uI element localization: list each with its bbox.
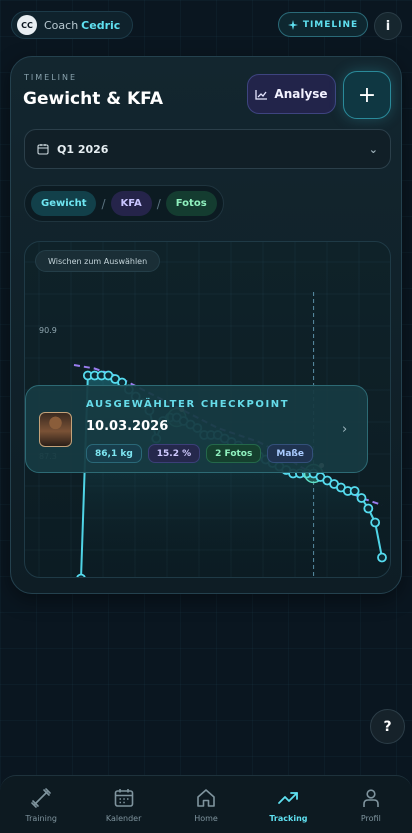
nav-item-training[interactable]: Training: [0, 776, 82, 833]
bodyfat-tag: 15.2 %: [147, 444, 201, 463]
y-tick-label: 90.9: [39, 326, 57, 335]
selected-checkpoint-card[interactable]: AUSGEWÄHLTER CHECKPOINT 10.03.2026 › 86,…: [25, 385, 368, 473]
nav-item-tracking[interactable]: Tracking: [247, 776, 329, 833]
plus-icon: +: [357, 82, 377, 108]
period-select[interactable]: Q1 2026 ⌄: [24, 129, 391, 169]
nav-label: Tracking: [269, 814, 308, 823]
timeline-button[interactable]: TIMELINE: [278, 12, 368, 37]
info-button[interactable]: i: [374, 12, 402, 40]
trend-icon: [278, 792, 299, 804]
nav-item-home[interactable]: Home: [165, 776, 247, 833]
timeline-card: TIMELINE Gewicht & KFA Analyse + Q1 2026…: [10, 56, 402, 594]
swipe-hint: Wischen zum Auswählen: [35, 250, 161, 272]
page-title: Gewicht & KFA: [23, 89, 163, 109]
period-value: Q1 2026: [57, 142, 109, 156]
analyse-button[interactable]: Analyse: [247, 74, 336, 114]
chevron-down-icon: ⌄: [368, 142, 378, 156]
timeline-button-label: TIMELINE: [302, 19, 359, 30]
checkpoint-date: 10.03.2026: [86, 419, 169, 434]
chart-line-icon: [255, 89, 268, 100]
segment-divider: /: [156, 196, 161, 211]
metric-segmented-control: Gewicht / KFA / Fotos: [24, 185, 224, 222]
progress-photo-thumbnail[interactable]: [39, 412, 72, 447]
data-point: [76, 573, 86, 577]
sparkle-icon: [287, 19, 298, 30]
checkpoint-label: AUSGEWÄHLTER CHECKPOINT: [86, 399, 290, 410]
segment-kfa[interactable]: KFA: [110, 191, 152, 216]
person-icon: [363, 789, 379, 807]
checkpoint-tags: 86,1 kg 15.2 % 2 Fotos Maße: [86, 444, 313, 463]
data-point: [356, 493, 367, 503]
chevron-right-icon: ›: [342, 422, 348, 437]
nav-label: Profil: [360, 814, 381, 823]
info-icon: i: [385, 18, 391, 34]
brand-logo: CC: [17, 15, 37, 35]
brand-prefix: Coach: [44, 18, 79, 32]
nav-label: Kalender: [105, 814, 142, 823]
nav-label: Training: [25, 814, 57, 823]
data-point: [363, 503, 374, 514]
home-icon: [197, 789, 215, 807]
brand-name: Cedric: [81, 18, 121, 32]
dumbbell-icon: [31, 788, 52, 808]
calendar-icon: [37, 144, 49, 155]
bottom-navigation: Training Kalender Home Tracking Profil: [0, 775, 412, 833]
segment-gewicht[interactable]: Gewicht: [31, 191, 97, 216]
card-eyebrow: TIMELINE: [24, 73, 78, 82]
measurements-tag[interactable]: Maße: [267, 444, 313, 463]
data-point: [377, 552, 387, 563]
brand-badge: CC Coach Cedric: [11, 11, 134, 39]
data-point: [349, 486, 360, 496]
help-icon: ?: [383, 718, 392, 735]
help-button[interactable]: ?: [370, 709, 405, 744]
calendar-icon: [114, 789, 133, 807]
nav-label: Home: [194, 814, 218, 823]
photos-tag[interactable]: 2 Fotos: [206, 444, 262, 463]
segment-fotos[interactable]: Fotos: [165, 191, 217, 216]
add-entry-button[interactable]: +: [343, 71, 391, 119]
segment-divider: /: [101, 196, 106, 211]
nav-item-kalender[interactable]: Kalender: [82, 776, 164, 833]
nav-item-profil[interactable]: Profil: [330, 776, 412, 833]
data-point: [370, 517, 381, 528]
analyse-button-label: Analyse: [274, 87, 328, 101]
weight-tag: 86,1 kg: [86, 444, 142, 463]
